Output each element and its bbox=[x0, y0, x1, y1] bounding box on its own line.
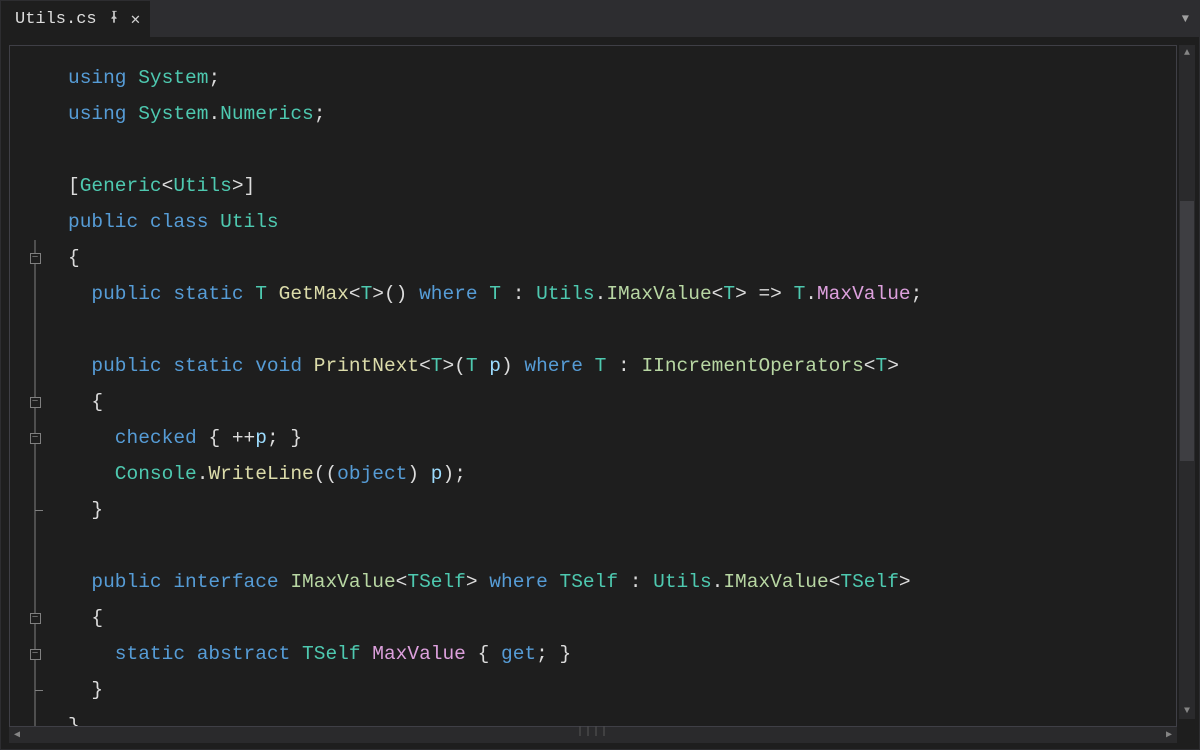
outline-row[interactable] bbox=[20, 96, 50, 132]
outline-row[interactable] bbox=[20, 672, 50, 708]
code-line[interactable]: } bbox=[68, 708, 922, 727]
outline-row[interactable] bbox=[20, 528, 50, 564]
scroll-up-icon[interactable]: ▲ bbox=[1179, 45, 1195, 61]
code-line[interactable]: static abstract TSelf MaxValue { get; } bbox=[68, 636, 922, 672]
code-line[interactable] bbox=[68, 132, 922, 168]
outline-row[interactable] bbox=[20, 132, 50, 168]
close-icon[interactable]: ✕ bbox=[131, 9, 141, 29]
tab-filename: Utils.cs bbox=[15, 10, 97, 29]
pin-icon[interactable] bbox=[107, 10, 121, 29]
outline-row[interactable] bbox=[20, 564, 50, 600]
collapse-toggle-icon[interactable]: − bbox=[30, 433, 41, 444]
collapse-toggle-icon[interactable]: − bbox=[30, 397, 41, 408]
outline-row[interactable] bbox=[20, 492, 50, 528]
tab-utils-cs[interactable]: Utils.cs ✕ bbox=[1, 1, 150, 37]
outline-row[interactable]: − bbox=[20, 420, 50, 456]
vertical-scroll-thumb[interactable] bbox=[1180, 201, 1194, 461]
scroll-right-icon[interactable]: ▶ bbox=[1161, 729, 1177, 741]
outline-row[interactable]: − bbox=[20, 384, 50, 420]
horizontal-scrollbar[interactable]: ◀ |||| ▶ bbox=[9, 727, 1177, 743]
collapse-toggle-icon[interactable]: − bbox=[30, 613, 41, 624]
outline-row[interactable] bbox=[20, 276, 50, 312]
code-area[interactable]: using System;using System.Numerics; [Gene… bbox=[68, 60, 922, 727]
outline-row[interactable] bbox=[20, 312, 50, 348]
outline-row[interactable] bbox=[20, 456, 50, 492]
outline-row[interactable] bbox=[20, 60, 50, 96]
scroll-left-icon[interactable]: ◀ bbox=[9, 729, 25, 741]
outline-row[interactable] bbox=[20, 348, 50, 384]
code-line[interactable]: public static void PrintNext<T>(T p) whe… bbox=[68, 348, 922, 384]
code-line[interactable]: [Generic<Utils>] bbox=[68, 168, 922, 204]
code-line[interactable]: public class Utils bbox=[68, 204, 922, 240]
code-line[interactable]: { bbox=[68, 600, 922, 636]
code-line[interactable]: public static T GetMax<T>() where T : Ut… bbox=[68, 276, 922, 312]
code-line[interactable]: Console.WriteLine((object) p); bbox=[68, 456, 922, 492]
code-editor[interactable]: − − − − − using System;using System.Numerics… bbox=[9, 45, 1177, 727]
code-line[interactable]: using System; bbox=[68, 60, 922, 96]
outline-row[interactable] bbox=[20, 708, 50, 727]
outline-margin[interactable]: − − − − − bbox=[20, 60, 50, 727]
code-line[interactable]: { bbox=[68, 384, 922, 420]
collapse-toggle-icon[interactable]: − bbox=[30, 649, 41, 660]
code-line[interactable]: checked { ++p; } bbox=[68, 420, 922, 456]
collapse-toggle-icon[interactable]: − bbox=[30, 253, 41, 264]
editor-surface: − − − − − using System;using System.Numerics… bbox=[1, 37, 1199, 749]
outline-row[interactable] bbox=[20, 168, 50, 204]
editor-window: Utils.cs ✕ ▼ − − − − − using System;using Sy… bbox=[0, 0, 1200, 750]
code-line[interactable] bbox=[68, 528, 922, 564]
horizontal-scroll-track[interactable]: |||| bbox=[25, 727, 1161, 743]
code-line[interactable]: public interface IMaxValue<TSelf> where … bbox=[68, 564, 922, 600]
code-line[interactable] bbox=[68, 312, 922, 348]
code-line[interactable]: using System.Numerics; bbox=[68, 96, 922, 132]
code-line[interactable]: { bbox=[68, 240, 922, 276]
tab-overflow-button[interactable]: ▼ bbox=[1182, 1, 1189, 37]
outline-row[interactable]: − bbox=[20, 636, 50, 672]
outline-row[interactable]: − bbox=[20, 240, 50, 276]
outline-row[interactable]: − bbox=[20, 600, 50, 636]
vertical-scrollbar[interactable]: ▲ ▼ bbox=[1179, 45, 1195, 719]
outline-row[interactable] bbox=[20, 204, 50, 240]
tab-strip: Utils.cs ✕ ▼ bbox=[1, 1, 1199, 37]
splitter-grip-icon[interactable]: |||| bbox=[577, 727, 609, 738]
code-line[interactable]: } bbox=[68, 672, 922, 708]
scroll-down-icon[interactable]: ▼ bbox=[1179, 703, 1195, 719]
code-line[interactable]: } bbox=[68, 492, 922, 528]
